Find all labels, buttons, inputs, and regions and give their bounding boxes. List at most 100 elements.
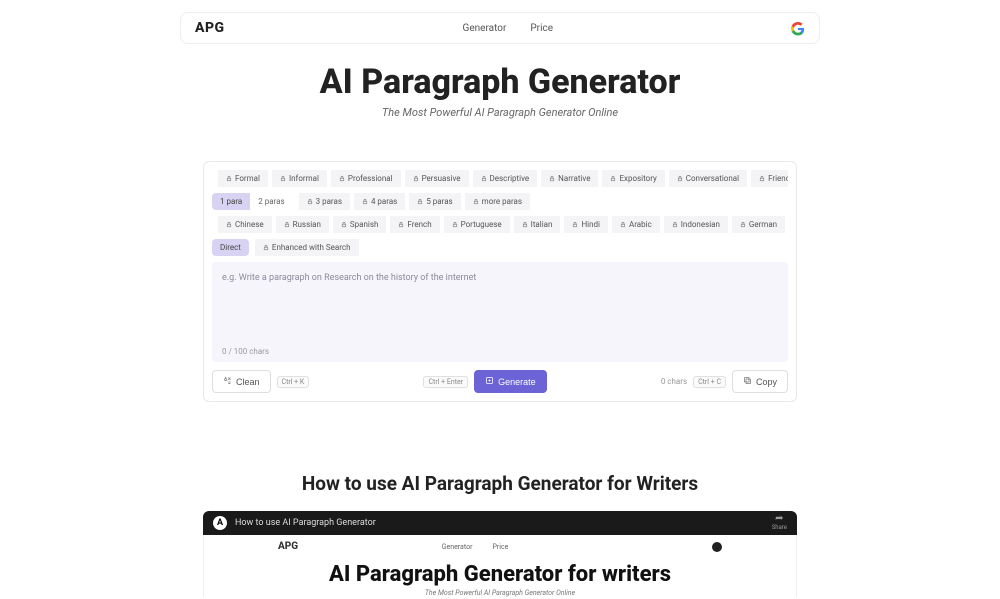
chip-lang-german[interactable]: German [732,216,785,233]
clean-label: Clean [236,377,260,387]
chip-lang-arabic[interactable]: Arabic [612,216,660,233]
language-chip-row: English ChineseRussianSpanishFrenchPortu… [212,216,788,233]
chip-length-4-paras[interactable]: 4 paras [354,193,405,210]
video-channel-avatar[interactable]: A [213,516,227,530]
lock-icon [339,175,345,182]
brand-logo[interactable]: APG [195,20,225,36]
video-preview-frame: APG Generator Price AI Paragraph Generat… [203,535,797,597]
clean-button[interactable]: Clean [212,370,271,393]
tutorial-video[interactable]: A How to use AI Paragraph Generator ➦ Sh… [203,511,797,599]
chip-style-persuasive[interactable]: Persuasive [405,170,469,187]
chip-style-conversational[interactable]: Conversational [669,170,747,187]
copy-label: Copy [756,377,777,387]
input-char-count: 0 / 100 chars [222,347,269,356]
lock-icon [226,175,232,182]
lock-icon [341,221,347,228]
top-navbar: APG Generator Price [180,12,820,44]
chip-lang-italian[interactable]: Italian [514,216,561,233]
chip-length-2paras[interactable]: 2 paras [250,193,292,210]
lock-icon [417,198,423,205]
video-frame-avatar-icon [712,542,722,552]
lock-icon [740,221,746,228]
lock-icon [452,221,458,228]
generate-button[interactable]: Generate [474,370,547,393]
chip-lang-french[interactable]: French [390,216,439,233]
copy-shortcut: Ctrl + C [693,376,726,388]
chip-lang-spanish[interactable]: Spanish [333,216,387,233]
lock-icon [677,175,683,182]
style-chip-row: Standard Creative Casual FormalInformalP… [212,170,788,187]
prompt-placeholder: e.g. Write a paragraph on Research on th… [222,272,502,285]
lock-icon [522,221,528,228]
lock-icon [672,221,678,228]
chip-lang-indonesian[interactable]: Indonesian [664,216,728,233]
chip-lang-portuguese[interactable]: Portuguese [444,216,510,233]
locked-mode-chips: Enhanced with Search [255,239,359,256]
video-frame-title: AI Paragraph Generator for writers [218,562,782,587]
lock-icon [620,221,626,228]
locked-length-chips: 3 paras4 paras5 paras more paras [299,193,530,210]
lock-icon [610,175,616,182]
lock-icon [759,175,765,182]
sparkle-icon [485,376,494,387]
generate-label: Generate [498,377,536,387]
chip-lang-hindi[interactable]: Hindi [564,216,608,233]
lock-icon [413,175,419,182]
generate-shortcut: Ctrl + Enter [423,376,468,388]
video-title: How to use AI Paragraph Generator [235,518,376,528]
chip-length-more-paras[interactable]: more paras [465,193,530,210]
lock-icon [284,221,290,228]
locked-style-chips: FormalInformalProfessionalPersuasiveDesc… [218,170,788,187]
copy-button[interactable]: Copy [732,370,788,393]
nav-price[interactable]: Price [530,23,553,34]
video-frame-nav-price: Price [492,543,508,551]
lock-icon [280,175,286,182]
lock-icon [398,221,404,228]
lock-icon [226,221,232,228]
clean-icon [223,376,232,387]
page-subtitle: The Most Powerful AI Paragraph Generator… [0,106,1000,119]
share-label: Share [772,524,787,531]
lock-icon [263,244,269,251]
video-frame-nav-generator: Generator [442,543,473,551]
chip-style-narrative[interactable]: Narrative [541,170,598,187]
chip-mode-enhanced-with-search[interactable]: Enhanced with Search [255,239,359,256]
lock-icon [549,175,555,182]
chip-mode-direct[interactable]: Direct [212,239,249,256]
prompt-input[interactable]: e.g. Write a paragraph on Research on th… [212,262,788,362]
chip-length-1para[interactable]: 1 para [212,193,250,210]
chip-style-expository[interactable]: Expository [602,170,664,187]
chip-length-3-paras[interactable]: 3 paras [299,193,350,210]
locked-lang-chips: ChineseRussianSpanishFrench PortugueseIta… [218,216,788,233]
lock-icon [307,198,313,205]
nav-generator[interactable]: Generator [463,23,507,34]
lock-icon [362,198,368,205]
chip-lang-chinese[interactable]: Chinese [218,216,272,233]
chip-length-5-paras[interactable]: 5 paras [409,193,460,210]
length-chip-row: 1 para 2 paras 3 paras4 paras5 paras more… [212,193,788,210]
copy-icon [743,376,752,387]
howto-heading: How to use AI Paragraph Generator for Wr… [0,472,1000,495]
chip-style-informal[interactable]: Informal [272,170,327,187]
chip-style-professional[interactable]: Professional [331,170,401,187]
lock-icon [473,198,479,205]
generator-panel: Standard Creative Casual FormalInformalP… [203,161,797,402]
video-share-button[interactable]: ➦ Share [772,514,787,531]
clean-shortcut: Ctrl + K [277,376,310,388]
video-header: A How to use AI Paragraph Generator ➦ Sh… [203,511,797,535]
lock-icon [481,175,487,182]
video-frame-subtitle: The Most Powerful AI Paragraph Generator… [218,589,782,597]
hero: AI Paragraph Generator The Most Powerful… [0,62,1000,119]
share-icon: ➦ [772,514,787,524]
lock-icon [572,221,578,228]
chip-style-formal[interactable]: Formal [218,170,268,187]
chip-style-friendly[interactable]: Friendly [751,170,788,187]
nav-links: Generator Price [225,23,791,34]
chip-lang-russian[interactable]: Russian [276,216,329,233]
mode-chip-row: Direct Enhanced with Search [212,239,788,256]
page-title: AI Paragraph Generator [0,62,1000,102]
chip-style-descriptive[interactable]: Descriptive [473,170,538,187]
output-char-count: 0 chars [661,377,687,386]
google-signin-icon[interactable] [791,21,805,35]
controls-row: Clean Ctrl + K Ctrl + Enter Generate 0 c… [212,370,788,393]
